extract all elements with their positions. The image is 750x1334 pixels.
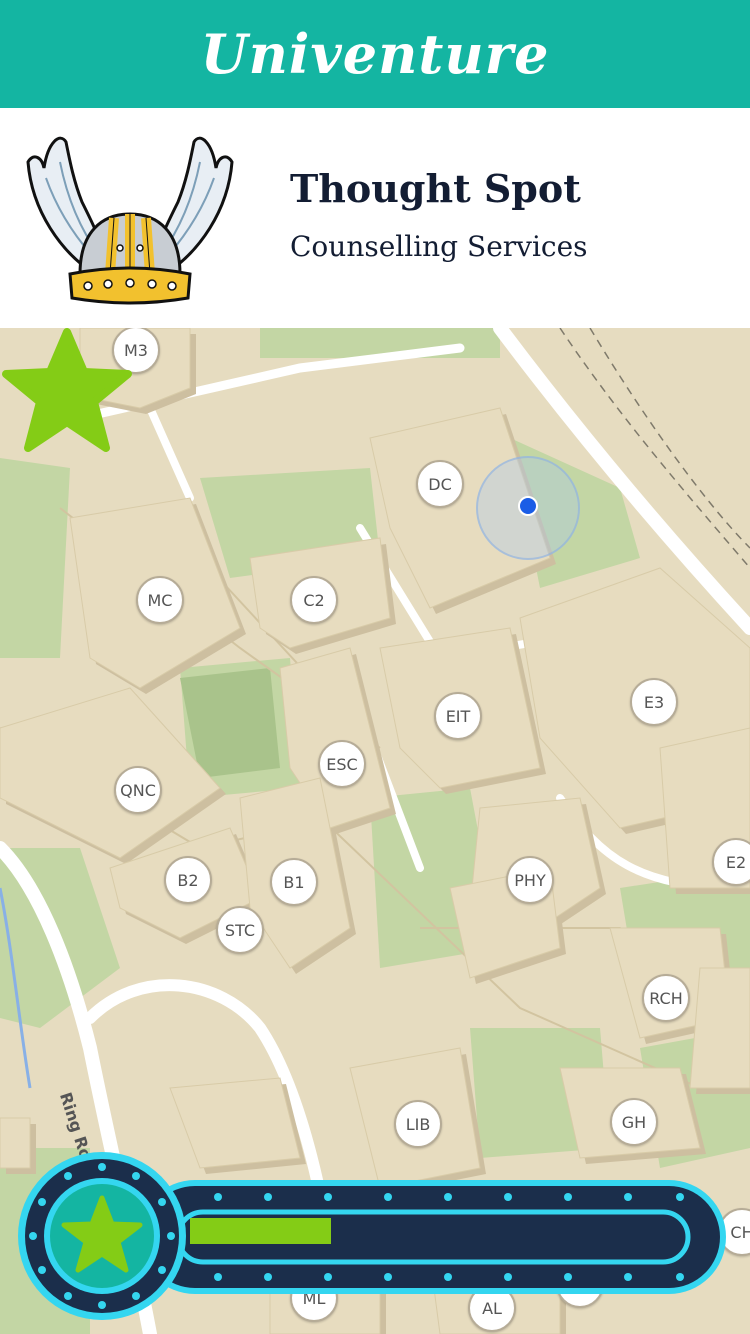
app-title: Univenture xyxy=(200,22,550,86)
building-label[interactable]: ESC xyxy=(318,740,366,788)
place-header: Thought Spot Counselling Services xyxy=(0,108,750,328)
star-marker-icon[interactable] xyxy=(0,328,134,456)
place-name: Thought Spot xyxy=(290,166,581,211)
building-label[interactable]: GH xyxy=(610,1098,658,1146)
building-label[interactable]: QNC xyxy=(114,766,162,814)
building-label[interactable]: PHY xyxy=(506,856,554,904)
building-label[interactable]: C2 xyxy=(290,576,338,624)
progress-fill xyxy=(190,1218,331,1244)
building-label[interactable]: E3 xyxy=(630,678,678,726)
building-label[interactable]: STC xyxy=(216,906,264,954)
building-label[interactable]: EIT xyxy=(434,692,482,740)
star-progress-bar xyxy=(18,1152,726,1320)
building-label[interactable]: B1 xyxy=(270,858,318,906)
building-label[interactable]: DC xyxy=(416,460,464,508)
building-label[interactable]: RCH xyxy=(642,974,690,1022)
building-label[interactable]: MC xyxy=(136,576,184,624)
current-location-dot xyxy=(518,496,538,516)
viking-helmet-logo-icon xyxy=(26,136,234,305)
place-category: Counselling Services xyxy=(290,230,588,263)
building-label[interactable]: LIB xyxy=(394,1100,442,1148)
building-label[interactable]: B2 xyxy=(164,856,212,904)
app-header-bar: Univenture xyxy=(0,0,750,108)
